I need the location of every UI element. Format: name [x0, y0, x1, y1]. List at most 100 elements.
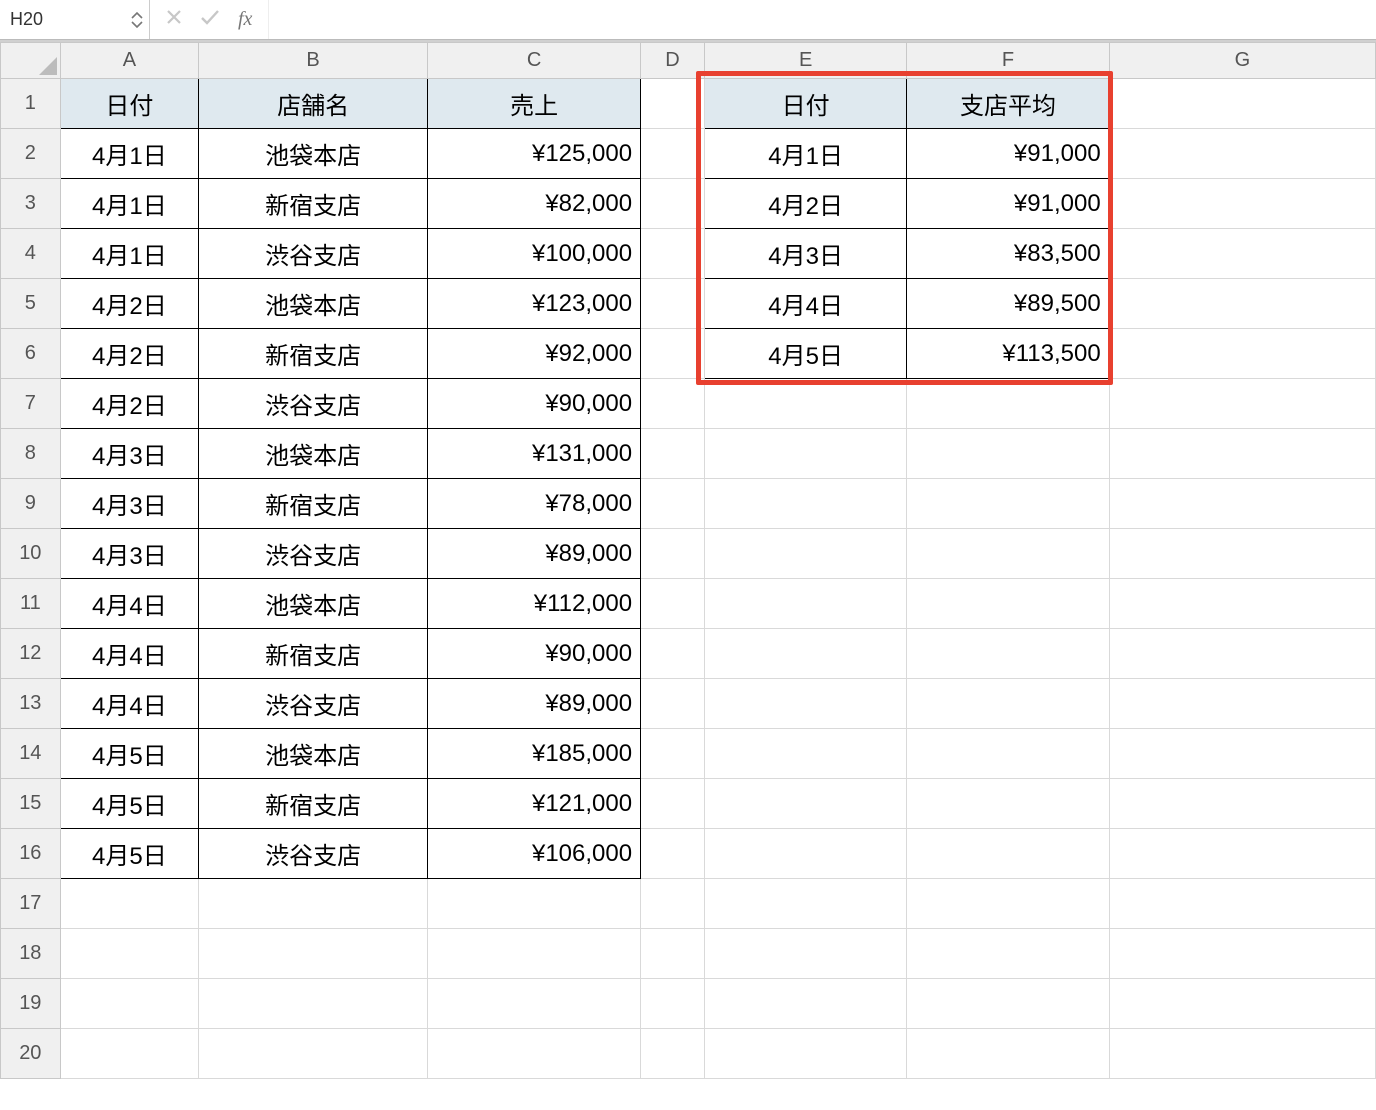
- cell-D14[interactable]: [641, 729, 705, 779]
- cell-B11[interactable]: 池袋本店: [199, 579, 428, 629]
- cell-A1[interactable]: 日付: [60, 79, 198, 129]
- cell-D8[interactable]: [641, 429, 705, 479]
- cell-B14[interactable]: 池袋本店: [199, 729, 428, 779]
- cell-A3[interactable]: 4月1日: [60, 179, 198, 229]
- cell-C14[interactable]: ¥185,000: [428, 729, 641, 779]
- cell-G5[interactable]: [1109, 279, 1375, 329]
- formula-input[interactable]: [269, 0, 1376, 39]
- cell-E3[interactable]: 4月2日: [704, 179, 906, 229]
- cell-E7[interactable]: [704, 379, 906, 429]
- cell-B6[interactable]: 新宿支店: [199, 329, 428, 379]
- cell-E15[interactable]: [704, 779, 906, 829]
- cell-D20[interactable]: [641, 1029, 705, 1079]
- cell-F19[interactable]: [907, 979, 1109, 1029]
- cell-E13[interactable]: [704, 679, 906, 729]
- cell-E6[interactable]: 4月5日: [704, 329, 906, 379]
- cell-D2[interactable]: [641, 129, 705, 179]
- row-header[interactable]: 7: [1, 379, 61, 429]
- cell-A11[interactable]: 4月4日: [60, 579, 198, 629]
- name-box-stepper[interactable]: [131, 12, 143, 28]
- cell-D16[interactable]: [641, 829, 705, 879]
- cell-A8[interactable]: 4月3日: [60, 429, 198, 479]
- cell-D1[interactable]: [641, 79, 705, 129]
- cell-D4[interactable]: [641, 229, 705, 279]
- cell-G3[interactable]: [1109, 179, 1375, 229]
- cell-A2[interactable]: 4月1日: [60, 129, 198, 179]
- cell-G20[interactable]: [1109, 1029, 1375, 1079]
- cell-E16[interactable]: [704, 829, 906, 879]
- cell-G15[interactable]: [1109, 779, 1375, 829]
- cell-G9[interactable]: [1109, 479, 1375, 529]
- col-header-b[interactable]: B: [199, 43, 428, 79]
- cell-E2[interactable]: 4月1日: [704, 129, 906, 179]
- cell-B16[interactable]: 渋谷支店: [199, 829, 428, 879]
- cell-A14[interactable]: 4月5日: [60, 729, 198, 779]
- cell-C19[interactable]: [428, 979, 641, 1029]
- cell-B15[interactable]: 新宿支店: [199, 779, 428, 829]
- grid[interactable]: A B C D E F G 1日付店舗名売上日付支店平均24月1日池袋本店¥12…: [0, 42, 1376, 1079]
- cell-C10[interactable]: ¥89,000: [428, 529, 641, 579]
- cell-F4[interactable]: ¥83,500: [907, 229, 1109, 279]
- cell-C5[interactable]: ¥123,000: [428, 279, 641, 329]
- col-header-a[interactable]: A: [60, 43, 198, 79]
- cell-B1[interactable]: 店舗名: [199, 79, 428, 129]
- cell-E4[interactable]: 4月3日: [704, 229, 906, 279]
- cell-A9[interactable]: 4月3日: [60, 479, 198, 529]
- cell-A16[interactable]: 4月5日: [60, 829, 198, 879]
- cell-D15[interactable]: [641, 779, 705, 829]
- cell-A6[interactable]: 4月2日: [60, 329, 198, 379]
- cell-C11[interactable]: ¥112,000: [428, 579, 641, 629]
- row-header[interactable]: 19: [1, 979, 61, 1029]
- cell-F3[interactable]: ¥91,000: [907, 179, 1109, 229]
- cell-C3[interactable]: ¥82,000: [428, 179, 641, 229]
- col-header-g[interactable]: G: [1109, 43, 1375, 79]
- cell-F2[interactable]: ¥91,000: [907, 129, 1109, 179]
- cell-C15[interactable]: ¥121,000: [428, 779, 641, 829]
- cell-A17[interactable]: [60, 879, 198, 929]
- cell-G12[interactable]: [1109, 629, 1375, 679]
- cell-B19[interactable]: [199, 979, 428, 1029]
- cell-F13[interactable]: [907, 679, 1109, 729]
- cell-G13[interactable]: [1109, 679, 1375, 729]
- cell-D11[interactable]: [641, 579, 705, 629]
- col-header-f[interactable]: F: [907, 43, 1109, 79]
- cell-F16[interactable]: [907, 829, 1109, 879]
- cell-G17[interactable]: [1109, 879, 1375, 929]
- row-header[interactable]: 12: [1, 629, 61, 679]
- cell-C8[interactable]: ¥131,000: [428, 429, 641, 479]
- row-header[interactable]: 16: [1, 829, 61, 879]
- row-header[interactable]: 11: [1, 579, 61, 629]
- cell-B4[interactable]: 渋谷支店: [199, 229, 428, 279]
- cell-A5[interactable]: 4月2日: [60, 279, 198, 329]
- cell-A12[interactable]: 4月4日: [60, 629, 198, 679]
- cell-E8[interactable]: [704, 429, 906, 479]
- cell-G1[interactable]: [1109, 79, 1375, 129]
- cell-B8[interactable]: 池袋本店: [199, 429, 428, 479]
- cell-C12[interactable]: ¥90,000: [428, 629, 641, 679]
- cell-F7[interactable]: [907, 379, 1109, 429]
- cell-B20[interactable]: [199, 1029, 428, 1079]
- cell-F14[interactable]: [907, 729, 1109, 779]
- cell-B2[interactable]: 池袋本店: [199, 129, 428, 179]
- col-header-d[interactable]: D: [641, 43, 705, 79]
- cell-A10[interactable]: 4月3日: [60, 529, 198, 579]
- cell-G19[interactable]: [1109, 979, 1375, 1029]
- cell-A19[interactable]: [60, 979, 198, 1029]
- cell-G18[interactable]: [1109, 929, 1375, 979]
- cell-D10[interactable]: [641, 529, 705, 579]
- row-header[interactable]: 5: [1, 279, 61, 329]
- row-header[interactable]: 9: [1, 479, 61, 529]
- cell-G11[interactable]: [1109, 579, 1375, 629]
- cell-C6[interactable]: ¥92,000: [428, 329, 641, 379]
- cell-F11[interactable]: [907, 579, 1109, 629]
- cell-A15[interactable]: 4月5日: [60, 779, 198, 829]
- cell-F5[interactable]: ¥89,500: [907, 279, 1109, 329]
- cell-C20[interactable]: [428, 1029, 641, 1079]
- row-header[interactable]: 14: [1, 729, 61, 779]
- cell-B10[interactable]: 渋谷支店: [199, 529, 428, 579]
- cell-D3[interactable]: [641, 179, 705, 229]
- cell-F18[interactable]: [907, 929, 1109, 979]
- cell-G6[interactable]: [1109, 329, 1375, 379]
- cell-G10[interactable]: [1109, 529, 1375, 579]
- cell-D19[interactable]: [641, 979, 705, 1029]
